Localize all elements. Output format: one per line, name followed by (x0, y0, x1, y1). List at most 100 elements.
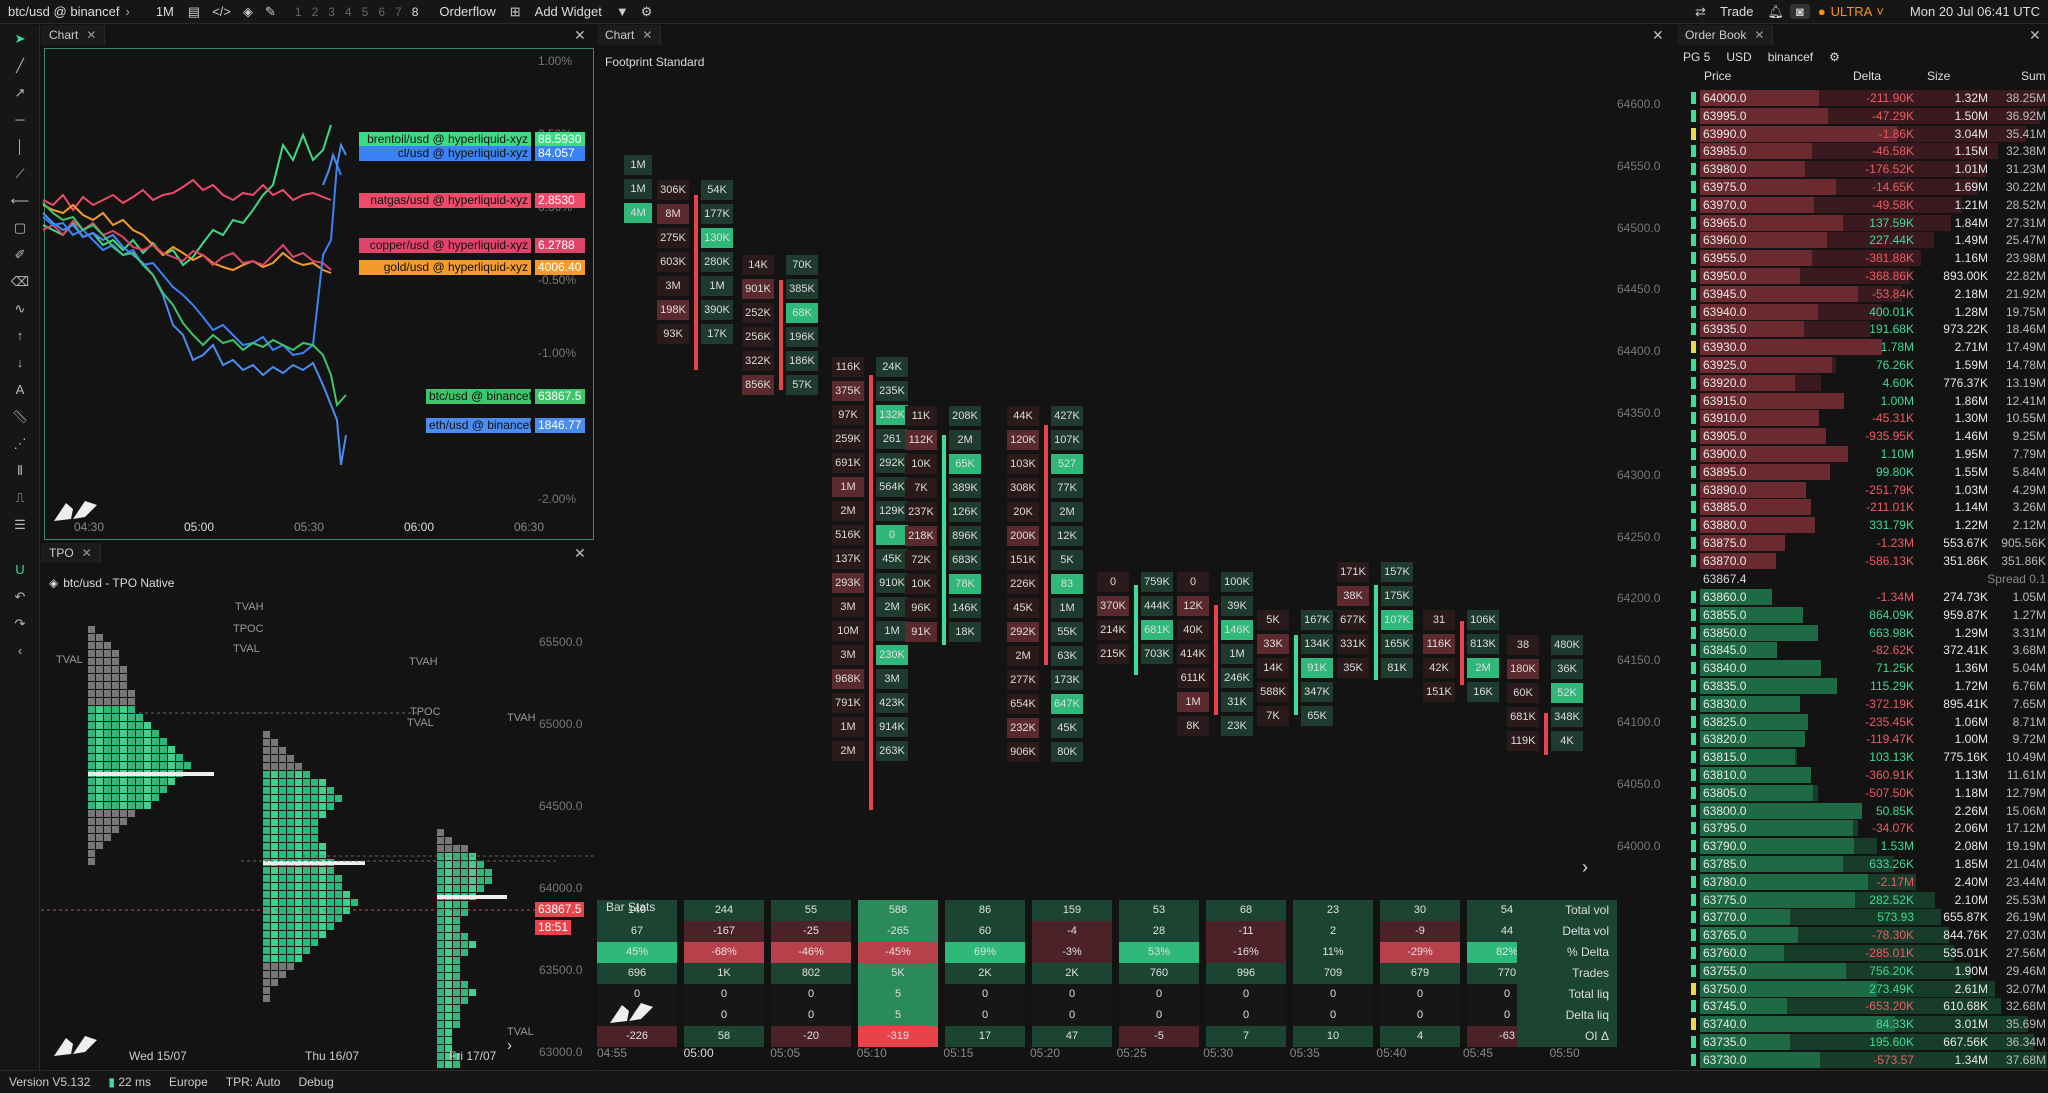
bar-chart-icon[interactable]: ▤ (182, 4, 206, 20)
ask-row[interactable]: 63885.0 -211.01K 1.14M 3.26M (1683, 499, 2048, 516)
ask-row[interactable]: 63995.0 -47.29K 1.50M 36.92M (1683, 107, 2048, 125)
orderflow-button[interactable]: Orderflow (431, 0, 503, 24)
fib-icon[interactable]: ⋰ (0, 430, 40, 457)
trend-line-icon[interactable]: ╱ (0, 52, 40, 79)
ask-row[interactable]: 63955.0 -381.88K 1.16M 23.98M (1683, 250, 2048, 267)
undo-icon[interactable]: ↶ (0, 583, 40, 610)
currency-button[interactable]: USD (1726, 50, 1751, 66)
magnet-icon[interactable]: U (0, 556, 40, 583)
symbol-selector[interactable]: btc/usd @ binancef › (0, 0, 138, 24)
horizontal-ray-icon[interactable]: ⟵ (0, 187, 40, 214)
debug-button[interactable]: Debug (289, 1075, 342, 1089)
grid-icon[interactable]: ⊞ (504, 4, 527, 20)
ask-row[interactable]: 63890.0 -251.79K 1.03M 4.29M (1683, 481, 2048, 499)
ask-row[interactable]: 63900.0 1.10M 1.95M 7.79M (1683, 446, 2048, 463)
gear-icon[interactable]: ⚙ (1829, 50, 1840, 66)
chevron-right-icon[interactable]: › (1582, 857, 1588, 878)
vertical-line-icon[interactable]: │ (0, 133, 40, 160)
ask-row[interactable]: 63910.0 -45.31K 1.30M 10.55M (1683, 410, 2048, 427)
ask-row[interactable]: 64000.0 -211.90K 1.32M 38.25M (1683, 90, 2048, 107)
ask-row[interactable]: 63920.0 4.60K 776.37K 13.19M (1683, 374, 2048, 392)
ask-row[interactable]: 63945.0 -53.84K 2.18M 21.92M (1683, 285, 2048, 303)
ask-row[interactable]: 63915.0 1.00M 1.86M 12.41M (1683, 392, 2048, 410)
tab-order-book[interactable]: Order Book ✕ (1677, 25, 1774, 45)
bid-row[interactable]: 63775.0 282.52K 2.10M 25.53M (1683, 891, 2048, 909)
bid-row[interactable]: 63790.0 1.53M 2.08M 19.19M (1683, 838, 2048, 855)
bid-row[interactable]: 63835.0 115.29K 1.72M 6.76M (1683, 678, 2048, 695)
ask-row[interactable]: 63990.0 -1.86K 3.04M 35.41M (1683, 125, 2048, 143)
bid-row[interactable]: 63780.0 -2.17M 2.40M 23.44M (1683, 873, 2048, 891)
path-icon[interactable]: ∿ (0, 295, 40, 322)
ask-row[interactable]: 63980.0 -176.52K 1.01M 31.23M (1683, 161, 2048, 178)
bid-row[interactable]: 63795.0 -34.07K 2.06M 17.12M (1683, 820, 2048, 837)
bid-row[interactable]: 63750.0 273.49K 2.61M 32.07M (1683, 980, 2048, 998)
close-panel-icon[interactable]: ✕ (2029, 27, 2041, 44)
bid-row[interactable]: 63800.0 50.85K 2.26M 15.06M (1683, 802, 2048, 820)
ask-row[interactable]: 63985.0 -46.58K 1.15M 32.38M (1683, 143, 2048, 160)
extended-line-icon[interactable]: ⟋ (0, 160, 40, 187)
bid-row[interactable]: 63815.0 103.13K 775.16K 10.49M (1683, 749, 2048, 766)
redo-icon[interactable]: ↷ (0, 610, 40, 637)
bid-row[interactable]: 63820.0 -119.47K 1.00M 9.72M (1683, 731, 2048, 748)
timeframe-button[interactable]: 1M (148, 0, 182, 24)
eraser-icon[interactable]: ⌫ (0, 268, 40, 295)
layout-tab[interactable]: 3 (328, 5, 335, 19)
close-panel-icon[interactable]: ✕ (1652, 27, 1664, 44)
region-button[interactable]: Europe (160, 1075, 217, 1089)
bid-row[interactable]: 63845.0 -82.62K 372.41K 3.68M (1683, 642, 2048, 659)
pencil-icon[interactable]: ✎ (259, 4, 282, 20)
chevron-right-icon[interactable]: › (507, 1037, 512, 1054)
layout-tab[interactable]: 5 (362, 5, 369, 19)
layout-tab[interactable]: 6 (378, 5, 385, 19)
ask-row[interactable]: 63905.0 -935.95K 1.46M 9.25M (1683, 428, 2048, 445)
bid-row[interactable]: 63850.0 663.98K 1.29M 3.31M (1683, 624, 2048, 642)
layers-icon[interactable]: ◈ (237, 4, 259, 20)
volume-profile-icon[interactable]: ☰ (0, 511, 40, 538)
bid-row[interactable]: 63760.0 -285.01K 535.01K 27.56M (1683, 945, 2048, 962)
ask-row[interactable]: 63930.0 1.78M 2.71M 17.49M (1683, 339, 2048, 356)
bid-row[interactable]: 63740.0 84.33K 3.01M 35.69M (1683, 1016, 2048, 1033)
ask-row[interactable]: 63970.0 -49.58K 1.21M 28.52M (1683, 196, 2048, 214)
ask-row[interactable]: 63950.0 -368.86K 893.00K 22.82M (1683, 268, 2048, 285)
step-icon[interactable]: ⎍ (0, 484, 40, 511)
ask-row[interactable]: 63895.0 99.80K 1.55M 5.84M (1683, 463, 2048, 481)
ask-row[interactable]: 63935.0 191.68K 973.22K 18.46M (1683, 321, 2048, 338)
rectangle-icon[interactable]: ▢ (0, 214, 40, 241)
layout-tab[interactable]: 7 (395, 5, 402, 19)
bid-row[interactable]: 63785.0 633.26K 1.85M 21.04M (1683, 856, 2048, 873)
bid-row[interactable]: 63765.0 -78.30K 844.76K 27.03M (1683, 927, 2048, 944)
bid-row[interactable]: 63830.0 -372.19K 895.41K 7.65M (1683, 695, 2048, 713)
ask-row[interactable]: 63880.0 331.79K 1.22M 2.12M (1683, 517, 2048, 534)
text-icon[interactable]: A (0, 376, 40, 403)
arrow-up-icon[interactable]: ↑ (0, 322, 40, 349)
ask-row[interactable]: 63875.0 -1.23M 553.67K 905.56K (1683, 535, 2048, 552)
horizontal-line-icon[interactable]: ─ (0, 106, 40, 133)
bid-row[interactable]: 63805.0 -507.50K 1.18M 12.79M (1683, 784, 2048, 802)
ruler-icon[interactable]: 📏︎ (0, 403, 40, 430)
bid-row[interactable]: 63840.0 71.25K 1.36M 5.04M (1683, 660, 2048, 677)
layout-tab[interactable]: 8 (412, 5, 419, 19)
code-icon[interactable]: </> (206, 4, 237, 19)
gear-icon[interactable]: ⚙ (635, 4, 659, 20)
brush-icon[interactable]: ✐ (0, 241, 40, 268)
collapse-icon[interactable]: ‹ (0, 637, 40, 664)
add-widget-button[interactable]: Add Widget (527, 0, 610, 24)
footprint-area[interactable]: 1M 1M 4M 306K 54K 8M 177K 275K 130K 603K 280K 3M 1M 1… (597, 25, 1617, 885)
camera-icon[interactable]: ◙ (1789, 4, 1810, 19)
bid-row[interactable]: 63855.0 864.09K 959.87K 1.27M (1683, 606, 2048, 624)
bars-pattern-icon[interactable]: ⦀ (0, 457, 40, 484)
ask-row[interactable]: 63965.0 137.59K 1.84M 27.31M (1683, 214, 2048, 232)
close-icon[interactable]: ✕ (1754, 28, 1764, 42)
bell-icon[interactable]: 🔔︎ (1761, 4, 1790, 20)
ultra-badge[interactable]: ● ULTRA ˅ (1810, 0, 1892, 24)
ask-row[interactable]: 63940.0 400.01K 1.28M 19.75M (1683, 303, 2048, 321)
bid-row[interactable]: 63770.0 573.93 655.87K 26.19M (1683, 909, 2048, 926)
bid-row[interactable]: 63810.0 -360.91K 1.13M 11.61M (1683, 767, 2048, 784)
price-grouping-button[interactable]: PG 5 (1683, 50, 1710, 66)
bid-row[interactable]: 63825.0 -235.45K 1.06M 8.71M (1683, 713, 2048, 731)
download-icon[interactable]: ▼ (610, 4, 635, 19)
layout-tab[interactable]: 4 (345, 5, 352, 19)
exchange-button[interactable]: binancef (1768, 50, 1813, 66)
bid-row[interactable]: 63745.0 -653.20K 610.68K 32.68M (1683, 998, 2048, 1015)
arrow-down-icon[interactable]: ↓ (0, 349, 40, 376)
